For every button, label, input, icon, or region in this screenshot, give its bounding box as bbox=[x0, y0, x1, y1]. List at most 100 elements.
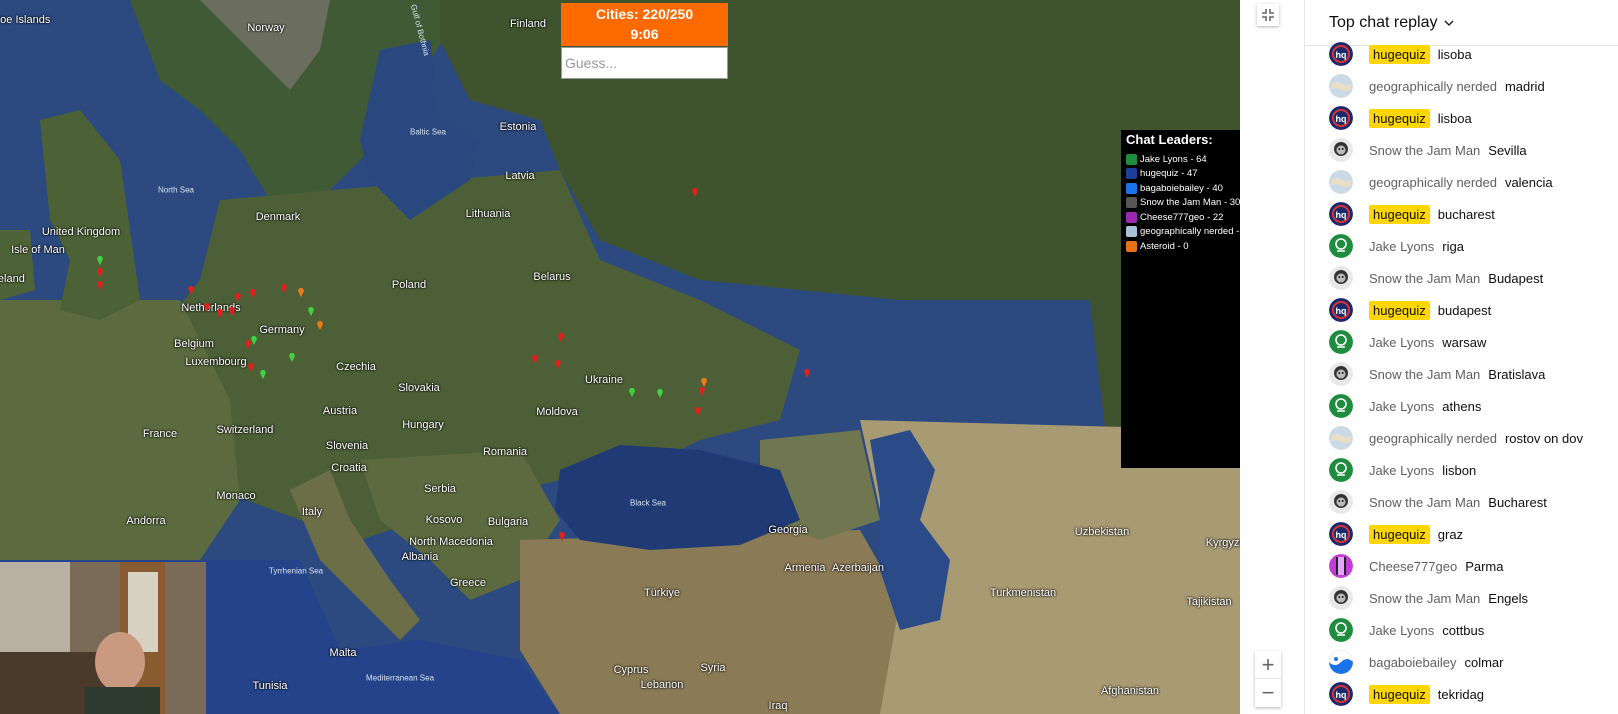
city-marker-red[interactable] bbox=[692, 188, 698, 197]
author-avatar-icon[interactable] bbox=[1329, 170, 1353, 194]
chat-author-name[interactable]: hugequiz bbox=[1369, 108, 1430, 128]
author-avatar-icon[interactable] bbox=[1329, 618, 1353, 642]
city-marker-red[interactable] bbox=[558, 333, 564, 342]
chat-message[interactable]: hq hugequiz bucharest bbox=[1305, 198, 1618, 230]
city-marker-green[interactable] bbox=[629, 388, 635, 397]
chat-message[interactable]: hq hugequiz budapest bbox=[1305, 294, 1618, 326]
city-marker-red[interactable] bbox=[248, 363, 254, 372]
chat-message-text: Parma bbox=[1465, 558, 1504, 574]
chat-message[interactable]: geographically nerded madrid bbox=[1305, 70, 1618, 102]
city-marker-red[interactable] bbox=[188, 286, 194, 295]
city-marker-red[interactable] bbox=[235, 293, 241, 302]
chat-message[interactable]: Snow the Jam Man Budapest bbox=[1305, 262, 1618, 294]
author-avatar-icon[interactable]: hq bbox=[1329, 106, 1353, 130]
city-marker-green[interactable] bbox=[657, 389, 663, 398]
author-avatar-icon[interactable]: hq bbox=[1329, 42, 1353, 66]
chat-author-name[interactable]: hugequiz bbox=[1369, 300, 1430, 320]
author-avatar-icon[interactable]: hq bbox=[1329, 682, 1353, 706]
city-marker-red[interactable] bbox=[281, 284, 287, 293]
guess-input[interactable] bbox=[561, 47, 728, 79]
city-marker-red[interactable] bbox=[804, 369, 810, 378]
chat-message[interactable]: Jake Lyons lisbon bbox=[1305, 454, 1618, 486]
author-avatar-icon[interactable] bbox=[1329, 330, 1353, 354]
author-avatar-icon[interactable] bbox=[1329, 458, 1353, 482]
chat-author-name[interactable]: Cheese777geo bbox=[1369, 559, 1457, 574]
city-marker-red[interactable] bbox=[97, 281, 103, 290]
chat-message[interactable]: Snow the Jam Man Sevilla bbox=[1305, 134, 1618, 166]
city-marker-red[interactable] bbox=[699, 387, 705, 396]
chat-author-name[interactable]: Jake Lyons bbox=[1369, 335, 1434, 350]
author-avatar-icon[interactable] bbox=[1329, 74, 1353, 98]
author-avatar-icon[interactable]: hq bbox=[1329, 298, 1353, 322]
author-avatar-icon[interactable] bbox=[1329, 138, 1353, 162]
chat-message[interactable]: Jake Lyons athens bbox=[1305, 390, 1618, 422]
chat-message[interactable]: hq hugequiz tekridag bbox=[1305, 678, 1618, 710]
chat-message[interactable]: Snow the Jam Man Bratislava bbox=[1305, 358, 1618, 390]
fullscreen-button[interactable] bbox=[1257, 4, 1279, 26]
zoom-out-button[interactable]: − bbox=[1255, 679, 1281, 707]
city-marker-orange[interactable] bbox=[317, 321, 323, 330]
city-marker-red[interactable] bbox=[695, 407, 701, 416]
chat-author-name[interactable]: hugequiz bbox=[1369, 44, 1430, 64]
chat-author-name[interactable]: Snow the Jam Man bbox=[1369, 271, 1480, 286]
city-marker-red[interactable] bbox=[229, 307, 235, 316]
city-marker-red[interactable] bbox=[532, 355, 538, 364]
chat-message[interactable]: bagaboiebailey colmar bbox=[1305, 646, 1618, 678]
chat-message[interactable]: Jake Lyons cottbus bbox=[1305, 614, 1618, 646]
chat-author-name[interactable]: Jake Lyons bbox=[1369, 399, 1434, 414]
chat-message[interactable]: hq hugequiz lisoba bbox=[1305, 38, 1618, 70]
chat-author-name[interactable]: hugequiz bbox=[1369, 524, 1430, 544]
chat-message[interactable]: geographically nerded valencia bbox=[1305, 166, 1618, 198]
chat-author-name[interactable]: bagaboiebailey bbox=[1369, 655, 1456, 670]
city-marker-red[interactable] bbox=[559, 532, 565, 541]
city-marker-red[interactable] bbox=[97, 268, 103, 277]
author-avatar-icon[interactable] bbox=[1329, 234, 1353, 258]
city-marker-red[interactable] bbox=[217, 309, 223, 318]
city-marker-green[interactable] bbox=[308, 307, 314, 316]
city-marker-red[interactable] bbox=[245, 340, 251, 349]
chat-message[interactable]: hq hugequiz graz bbox=[1305, 518, 1618, 550]
chat-author-name[interactable]: hugequiz bbox=[1369, 204, 1430, 224]
author-avatar-icon[interactable] bbox=[1329, 394, 1353, 418]
author-avatar-icon[interactable] bbox=[1329, 650, 1353, 674]
city-marker-green[interactable] bbox=[251, 336, 257, 345]
chat-author-name[interactable]: Jake Lyons bbox=[1369, 463, 1434, 478]
chat-message[interactable]: Snow the Jam Man Engels bbox=[1305, 582, 1618, 614]
author-avatar-icon[interactable] bbox=[1329, 554, 1353, 578]
chat-author-name[interactable]: Snow the Jam Man bbox=[1369, 143, 1480, 158]
chat-message[interactable]: Cheese777geo Parma bbox=[1305, 550, 1618, 582]
chat-author-name[interactable]: Jake Lyons bbox=[1369, 623, 1434, 638]
author-avatar-icon[interactable] bbox=[1329, 362, 1353, 386]
city-marker-red[interactable] bbox=[250, 289, 256, 298]
city-marker-orange[interactable] bbox=[701, 378, 707, 387]
city-marker-red[interactable] bbox=[555, 360, 561, 369]
zoom-in-button[interactable]: + bbox=[1255, 651, 1281, 679]
chat-message[interactable]: hq hugequiz lisboa bbox=[1305, 102, 1618, 134]
city-marker-green[interactable] bbox=[97, 256, 103, 265]
satellite-map[interactable]: Faroe IslandsNorwayFinlandGulf of Bothni… bbox=[0, 0, 1240, 714]
chat-message[interactable]: Snow the Jam Man Bucharest bbox=[1305, 486, 1618, 518]
city-marker-green[interactable] bbox=[289, 353, 295, 362]
city-marker-orange[interactable] bbox=[298, 288, 304, 297]
city-marker-red[interactable] bbox=[204, 303, 210, 312]
chat-author-name[interactable]: geographically nerded bbox=[1369, 79, 1497, 94]
chat-author-name[interactable]: Snow the Jam Man bbox=[1369, 495, 1480, 510]
city-marker-green[interactable] bbox=[260, 370, 266, 379]
chat-author-name[interactable]: Jake Lyons bbox=[1369, 239, 1434, 254]
map-pin-icon bbox=[657, 389, 663, 398]
chat-message-list[interactable]: hq hugequiz lisoba geographically nerded mad… bbox=[1305, 38, 1618, 710]
chat-message[interactable]: geographically nerded rostov on dov bbox=[1305, 422, 1618, 454]
author-avatar-icon[interactable] bbox=[1329, 490, 1353, 514]
chat-message[interactable]: Jake Lyons riga bbox=[1305, 230, 1618, 262]
author-avatar-icon[interactable] bbox=[1329, 266, 1353, 290]
author-avatar-icon[interactable] bbox=[1329, 586, 1353, 610]
author-avatar-icon[interactable] bbox=[1329, 426, 1353, 450]
chat-author-name[interactable]: geographically nerded bbox=[1369, 175, 1497, 190]
chat-author-name[interactable]: Snow the Jam Man bbox=[1369, 591, 1480, 606]
author-avatar-icon[interactable]: hq bbox=[1329, 522, 1353, 546]
chat-message[interactable]: Jake Lyons warsaw bbox=[1305, 326, 1618, 358]
author-avatar-icon[interactable]: hq bbox=[1329, 202, 1353, 226]
chat-author-name[interactable]: Snow the Jam Man bbox=[1369, 367, 1480, 382]
chat-author-name[interactable]: hugequiz bbox=[1369, 684, 1430, 704]
chat-author-name[interactable]: geographically nerded bbox=[1369, 431, 1497, 446]
